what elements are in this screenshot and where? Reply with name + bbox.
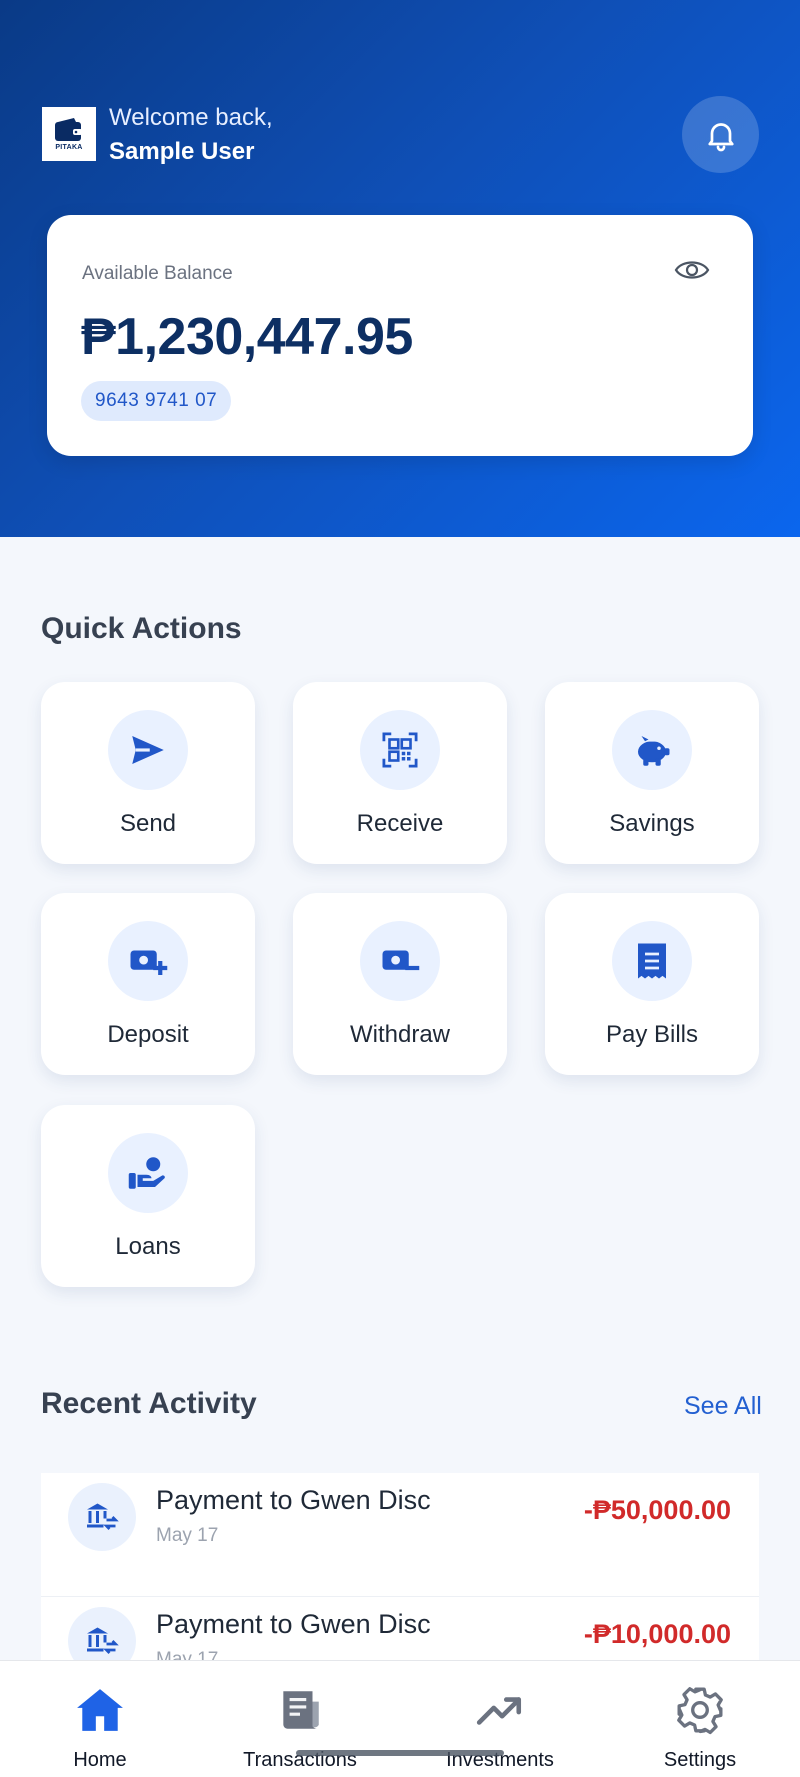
- bank-transfer-icon: [87, 1503, 119, 1530]
- bank-transfer-icon: [87, 1627, 119, 1654]
- nav-home-label: Home: [73, 1749, 127, 1771]
- balance-amount: ₱1,230,447.95: [81, 308, 413, 366]
- transaction-amount: -₱50,000.00: [583, 1495, 731, 1525]
- home-indicator: [296, 1750, 504, 1756]
- send-icon: [132, 736, 164, 764]
- see-all-link[interactable]: See All: [684, 1392, 762, 1421]
- quick-actions-title: Quick Actions: [41, 612, 242, 645]
- cash-plus-icon: [130, 950, 168, 975]
- transaction-amount: -₱10,000.00: [583, 1619, 731, 1649]
- withdraw-label: Withdraw: [349, 1021, 451, 1048]
- receive-button[interactable]: Receive: [293, 682, 507, 864]
- recent-activity-title: Recent Activity: [41, 1387, 257, 1420]
- pay-bills-label: Pay Bills: [605, 1021, 699, 1048]
- transaction-date: May 17: [156, 1525, 219, 1546]
- withdraw-icon-circle: [360, 921, 440, 1001]
- transaction-row[interactable]: Payment to Gwen Disc May 17 -₱50,000.00: [41, 1473, 759, 1597]
- qr-code-icon: [382, 732, 418, 768]
- eye-icon[interactable]: [674, 257, 710, 283]
- home-icon: [77, 1689, 123, 1731]
- cash-minus-icon: [382, 950, 420, 971]
- account-number-badge[interactable]: 9643 9741 07: [81, 381, 232, 421]
- header: PITAKA Welcome back, Sample User Availab…: [0, 0, 800, 537]
- transaction-name: Payment to Gwen Disc: [156, 1485, 431, 1515]
- receipt-list-icon: [283, 1691, 319, 1729]
- send-icon-circle: [108, 710, 188, 790]
- bottom-navigation: Home Transactions Investments Settings: [0, 1660, 800, 1777]
- notifications-button[interactable]: [682, 96, 759, 173]
- balance-label: Available Balance: [82, 263, 233, 284]
- deposit-button[interactable]: Deposit: [41, 893, 255, 1075]
- balance-card: Available Balance ₱1,230,447.95 9643 974…: [47, 215, 753, 456]
- welcome-text: Welcome back,: [109, 104, 273, 131]
- pay-bills-button[interactable]: Pay Bills: [545, 893, 759, 1075]
- nav-investments[interactable]: Investments: [400, 1661, 600, 1777]
- receive-icon-circle: [360, 710, 440, 790]
- nav-settings[interactable]: Settings: [600, 1661, 800, 1777]
- logo-text: PITAKA: [55, 143, 83, 151]
- piggy-bank-icon: [638, 736, 670, 766]
- deposit-label: Deposit: [107, 1021, 189, 1048]
- hand-coin-icon: [128, 1157, 165, 1189]
- receive-label: Receive: [356, 810, 444, 837]
- nav-home[interactable]: Home: [0, 1661, 200, 1777]
- loans-icon-circle: [108, 1133, 188, 1213]
- bell-icon: [707, 122, 734, 151]
- loans-label: Loans: [115, 1233, 181, 1260]
- transaction-icon-circle: [68, 1483, 136, 1551]
- receipt-icon: [638, 943, 666, 979]
- wallet-icon: [55, 117, 82, 141]
- nav-transactions[interactable]: Transactions: [200, 1661, 400, 1777]
- user-name: Sample User: [109, 138, 255, 165]
- transaction-name: Payment to Gwen Disc: [156, 1609, 431, 1639]
- loans-button[interactable]: Loans: [41, 1105, 255, 1287]
- app-logo: PITAKA: [42, 107, 96, 161]
- savings-label: Savings: [609, 810, 695, 837]
- savings-button[interactable]: Savings: [545, 682, 759, 864]
- withdraw-button[interactable]: Withdraw: [293, 893, 507, 1075]
- send-label: Send: [119, 810, 177, 837]
- savings-icon-circle: [612, 710, 692, 790]
- gear-icon: [677, 1687, 723, 1735]
- trending-up-icon: [476, 1697, 522, 1725]
- send-button[interactable]: Send: [41, 682, 255, 864]
- pay-bills-icon-circle: [612, 921, 692, 1001]
- nav-settings-label: Settings: [663, 1749, 737, 1771]
- deposit-icon-circle: [108, 921, 188, 1001]
